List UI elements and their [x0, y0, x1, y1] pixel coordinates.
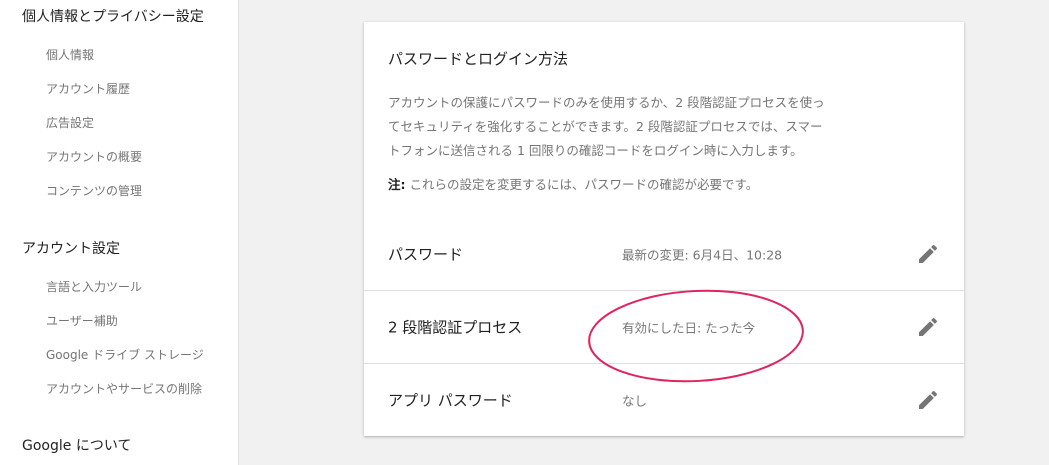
two-step-verification-status: 有効にした日: たった今 — [622, 320, 756, 336]
edit-pencil-icon[interactable] — [916, 242, 940, 266]
card-description: アカウントの保護にパスワードのみを使用するか、2 段階認証プロセスを使っ てセキ… — [388, 91, 888, 163]
password-signin-card: パスワードとログイン方法 アカウントの保護にパスワードのみを使用するか、2 段階… — [364, 22, 964, 436]
note-label: 注: — [388, 177, 406, 192]
description-line: てセキュリティを強化することができます。2 段階認証プロセスでは、スマー — [388, 119, 823, 134]
description-line: トフォンに送信される 1 回限りの確認コードをログイン時に入力します。 — [388, 143, 803, 158]
sidebar-item-drive-storage[interactable]: Google ドライブ ストレージ — [46, 346, 204, 363]
description-line: アカウントの保護にパスワードのみを使用するか、2 段階認証プロセスを使っ — [388, 95, 825, 110]
app-passwords-value: なし — [622, 393, 648, 409]
app-passwords-row[interactable]: アプリ パスワード なし — [364, 363, 964, 436]
card-note: 注: これらの設定を変更するには、パスワードの確認が必要です。 — [388, 174, 758, 193]
sidebar-section-account-settings[interactable]: アカウント設定 — [22, 238, 120, 258]
sidebar-item-account-overview[interactable]: アカウントの概要 — [46, 148, 142, 165]
sidebar-item-accessibility[interactable]: ユーザー補助 — [46, 312, 118, 329]
sidebar-item-content-management[interactable]: コンテンツの管理 — [46, 182, 142, 199]
password-last-changed: 最新の変更: 6月4日、10:28 — [622, 247, 783, 263]
edit-pencil-icon[interactable] — [916, 315, 940, 339]
two-step-verification-row[interactable]: 2 段階認証プロセス 有効にした日: たった今 — [364, 290, 964, 363]
note-text: これらの設定を変更するには、パスワードの確認が必要です。 — [405, 177, 759, 192]
sidebar-section-privacy[interactable]: 個人情報とプライバシー設定 — [22, 6, 204, 26]
two-step-verification-label: 2 段階認証プロセス — [388, 318, 523, 337]
sidebar-item-ad-settings[interactable]: 広告設定 — [46, 114, 94, 131]
password-label: パスワード — [388, 245, 464, 264]
sidebar-section-about-google[interactable]: Google について — [22, 435, 131, 455]
sidebar-item-account-history[interactable]: アカウント履歴 — [46, 80, 130, 97]
sidebar-item-personal-info[interactable]: 個人情報 — [46, 46, 94, 63]
sidebar-item-delete-account[interactable]: アカウントやサービスの削除 — [46, 380, 202, 397]
sidebar-item-language[interactable]: 言語と入力ツール — [46, 278, 142, 295]
password-row[interactable]: パスワード 最新の変更: 6月4日、10:28 — [364, 218, 964, 290]
sidebar: 個人情報とプライバシー設定 個人情報 アカウント履歴 広告設定 アカウントの概要… — [0, 0, 239, 465]
edit-pencil-icon[interactable] — [916, 388, 940, 412]
app-passwords-label: アプリ パスワード — [388, 391, 513, 410]
card-title: パスワードとログイン方法 — [388, 50, 569, 68]
